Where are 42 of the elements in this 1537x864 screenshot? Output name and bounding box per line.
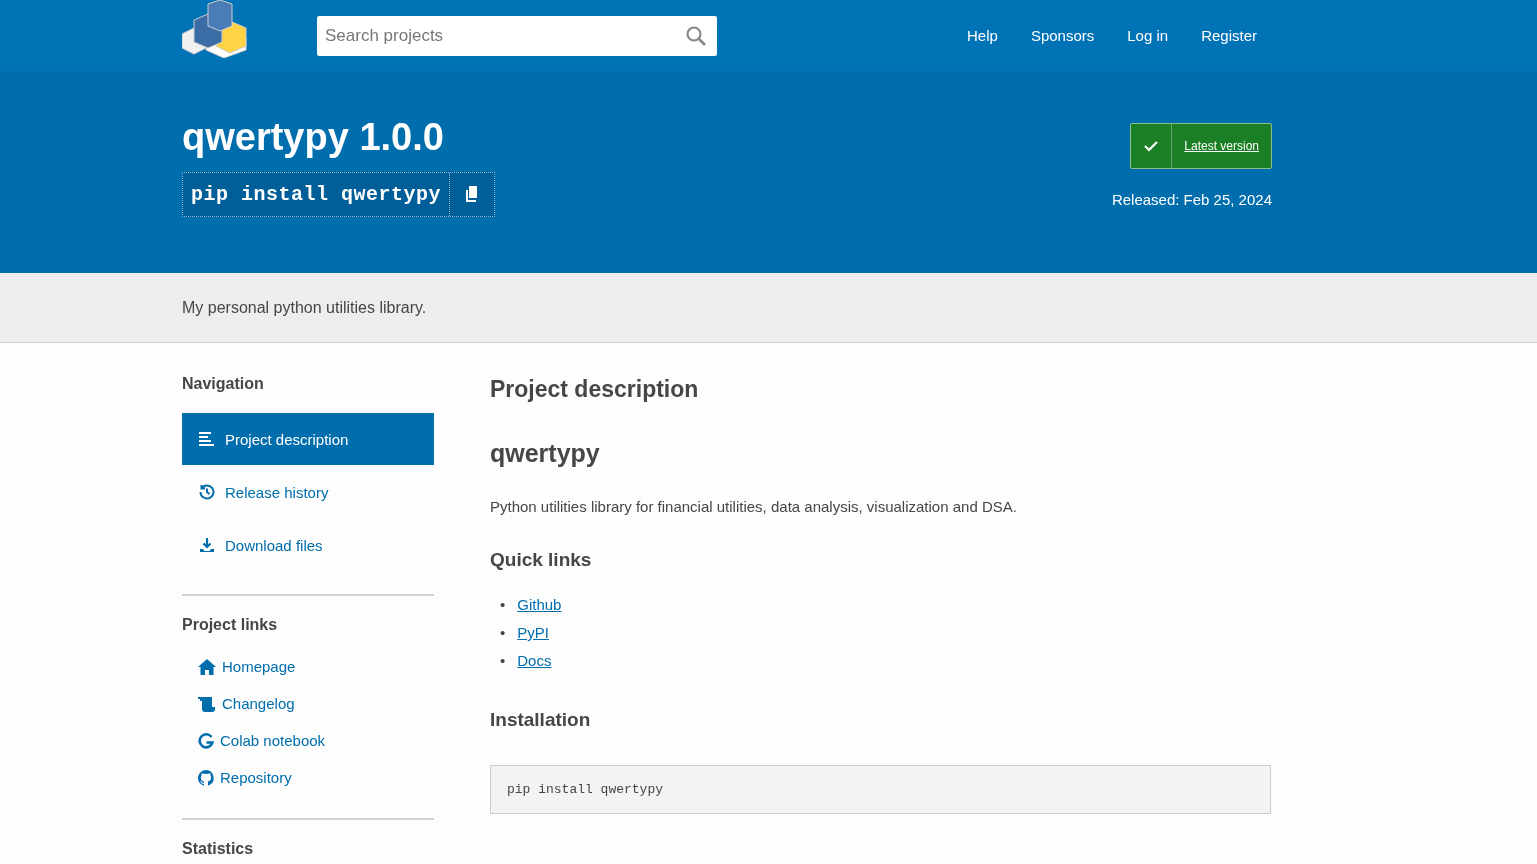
- pip-command: pip install qwertypy: [183, 173, 451, 216]
- bullet-mark: •: [500, 623, 506, 643]
- quick-links-heading: Quick links: [490, 549, 593, 571]
- project-title: qwertypy 1.0.0: [182, 117, 445, 157]
- installation-heading: Installation: [490, 709, 592, 731]
- home-icon: [198, 658, 216, 675]
- section-heading: Project links: [182, 616, 279, 634]
- nav-link[interactable]: Sponsors: [1030, 27, 1095, 44]
- project-summary: My personal python utilities library.: [182, 298, 427, 317]
- download-icon: [199, 537, 215, 553]
- code-block: pip install qwertypy: [490, 765, 1271, 814]
- search-icon[interactable]: [686, 25, 706, 46]
- project-link[interactable]: Homepage: [182, 648, 434, 685]
- quick-link[interactable]: PyPI: [517, 619, 549, 647]
- list-icon: [199, 432, 215, 446]
- check-icon: [1144, 140, 1159, 152]
- sidebar-nav-item[interactable]: Download files: [182, 519, 434, 571]
- latest-version-link[interactable]: Latest version: [1172, 139, 1271, 153]
- section-heading: Project description: [490, 375, 700, 403]
- quick-link[interactable]: Github: [517, 591, 562, 619]
- section-heading: Navigation: [182, 375, 265, 393]
- search-field[interactable]: Search projects: [317, 15, 717, 56]
- nav-link[interactable]: Log in: [1127, 27, 1169, 44]
- section-heading: Statistics: [182, 840, 255, 858]
- sidebar-nav-item[interactable]: Project description: [182, 413, 434, 465]
- project-intro: Python utilities library for financial utilities, data analysis, visualization and DSA.: [490, 498, 1018, 515]
- google-icon: [198, 732, 214, 749]
- quick-link[interactable]: Docs: [517, 647, 552, 675]
- project-link[interactable]: Repository: [182, 759, 434, 796]
- nav-link[interactable]: Register: [1201, 27, 1257, 44]
- nav-link[interactable]: Help: [967, 27, 998, 44]
- history-icon: [199, 484, 215, 500]
- sidebar-nav-item[interactable]: Release history: [182, 466, 434, 518]
- cubes-logo-icon[interactable]: [182, 0, 248, 58]
- scroll-icon: [198, 695, 216, 712]
- project-link[interactable]: Changelog: [182, 685, 434, 722]
- project-name-heading: qwertypy: [490, 439, 601, 468]
- project-link[interactable]: Colab notebook: [182, 722, 434, 759]
- bullet-mark: •: [500, 651, 506, 671]
- bullet-mark: •: [500, 595, 506, 615]
- release-date: Released: Feb 25, 2024: [1111, 191, 1272, 208]
- github-icon: [198, 769, 214, 786]
